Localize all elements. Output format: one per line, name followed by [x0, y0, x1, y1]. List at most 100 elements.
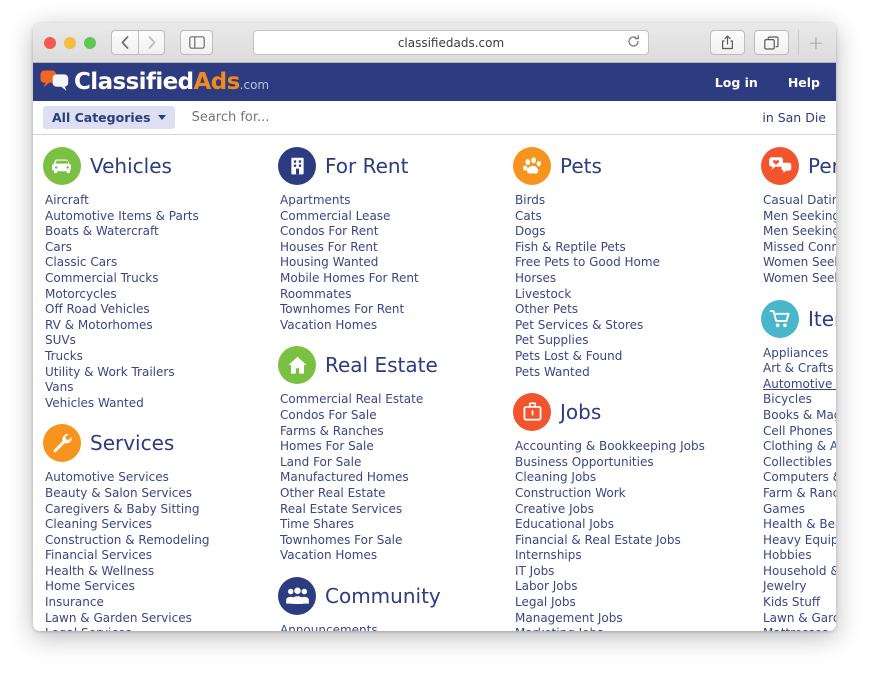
subcategory-link[interactable]: Condos For Rent: [280, 224, 378, 238]
subcategory-link[interactable]: Missed Connections: [763, 240, 836, 254]
subcategory-link[interactable]: Mattresses: [763, 626, 828, 631]
subcategory-link[interactable]: Aircraft: [45, 193, 89, 207]
subcategory-link[interactable]: Trucks: [45, 349, 83, 363]
category-heading-vehicles[interactable]: Vehicles: [43, 147, 268, 185]
subcategory-link[interactable]: Off Road Vehicles: [45, 302, 150, 316]
subcategory-link[interactable]: Art & Crafts: [763, 361, 833, 375]
tab-overview-button[interactable]: [754, 30, 789, 55]
close-window-button[interactable]: [44, 37, 56, 49]
subcategory-link[interactable]: Apartments: [280, 193, 350, 207]
search-input[interactable]: [189, 109, 763, 126]
category-heading-community[interactable]: Community: [278, 576, 503, 615]
back-button[interactable]: [111, 30, 138, 55]
subcategory-link[interactable]: Collectibles: [763, 455, 832, 469]
subcategory-link[interactable]: Management Jobs: [515, 611, 623, 625]
subcategory-link[interactable]: Lawn & Garden: [763, 611, 836, 625]
site-logo[interactable]: ClassifiedAds.com: [39, 63, 269, 101]
subcategory-link[interactable]: Land For Sale: [280, 455, 361, 469]
subcategory-link[interactable]: Fish & Reptile Pets: [515, 240, 626, 254]
subcategory-link[interactable]: Construction Work: [515, 486, 626, 500]
subcategory-link[interactable]: Business Opportunities: [515, 455, 654, 469]
subcategory-link[interactable]: Cats: [515, 209, 542, 223]
subcategory-link[interactable]: Automotive Items & Parts: [45, 209, 199, 223]
subcategory-link[interactable]: Men Seeking Men: [763, 209, 836, 223]
subcategory-link[interactable]: Utility & Work Trailers: [45, 365, 175, 379]
subcategory-link[interactable]: Commercial Real Estate: [280, 392, 423, 406]
reload-icon[interactable]: [627, 34, 640, 51]
subcategory-link[interactable]: Labor Jobs: [515, 579, 578, 593]
subcategory-link[interactable]: Houses For Rent: [280, 240, 378, 254]
subcategory-link[interactable]: Commercial Trucks: [45, 271, 159, 285]
subcategory-link[interactable]: Creative Jobs: [515, 502, 594, 516]
subcategory-link[interactable]: Household & Furniture: [763, 564, 836, 578]
subcategory-link[interactable]: Vacation Homes: [280, 318, 377, 332]
subcategory-link[interactable]: Cars: [45, 240, 72, 254]
subcategory-link[interactable]: SUVs: [45, 333, 76, 347]
subcategory-link[interactable]: Other Pets: [515, 302, 578, 316]
subcategory-link[interactable]: Pets Wanted: [515, 365, 590, 379]
subcategory-link[interactable]: RV & Motorhomes: [45, 318, 153, 332]
address-bar[interactable]: classifiedads.com: [253, 30, 649, 55]
subcategory-link[interactable]: Dogs: [515, 224, 545, 238]
subcategory-link[interactable]: Construction & Remodeling: [45, 533, 210, 547]
subcategory-link[interactable]: Legal Services: [45, 626, 132, 631]
subcategory-link[interactable]: Appliances: [763, 346, 828, 360]
subcategory-link[interactable]: Jewelry: [763, 579, 807, 593]
subcategory-link[interactable]: Real Estate Services: [280, 502, 402, 516]
subcategory-link[interactable]: Health & Beauty: [763, 517, 836, 531]
subcategory-link[interactable]: Pet Supplies: [515, 333, 588, 347]
subcategory-link[interactable]: Townhomes For Sale: [280, 533, 402, 547]
subcategory-link[interactable]: Vacation Homes: [280, 548, 377, 562]
subcategory-link[interactable]: Financial Services: [45, 548, 152, 562]
subcategory-link[interactable]: Condos For Sale: [280, 408, 377, 422]
category-heading-services[interactable]: Services: [43, 424, 268, 463]
subcategory-link[interactable]: Farms & Ranches: [280, 424, 384, 438]
subcategory-link[interactable]: Bicycles: [763, 392, 812, 406]
subcategory-link[interactable]: Manufactured Homes: [280, 470, 409, 484]
category-select[interactable]: All Categories: [43, 106, 175, 129]
maximize-window-button[interactable]: [84, 37, 96, 49]
category-heading-real-estate[interactable]: Real Estate: [278, 346, 503, 385]
subcategory-link[interactable]: Classic Cars: [45, 255, 117, 269]
log-in-link[interactable]: Log in: [715, 75, 758, 90]
subcategory-link[interactable]: Accounting & Bookkeeping Jobs: [515, 439, 705, 453]
subcategory-link[interactable]: Computers & Electronics: [763, 470, 836, 484]
subcategory-link[interactable]: Caregivers & Baby Sitting: [45, 502, 199, 516]
subcategory-link[interactable]: Roommates: [280, 287, 352, 301]
subcategory-link[interactable]: Free Pets to Good Home: [515, 255, 660, 269]
subcategory-link[interactable]: Clothing & Apparel: [763, 439, 836, 453]
subcategory-link[interactable]: Vehicles Wanted: [45, 396, 144, 410]
subcategory-link[interactable]: Hobbies: [763, 548, 812, 562]
subcategory-link[interactable]: Livestock: [515, 287, 571, 301]
subcategory-link[interactable]: Pets Lost & Found: [515, 349, 622, 363]
minimize-window-button[interactable]: [64, 37, 76, 49]
category-heading-for-rent[interactable]: For Rent: [278, 147, 503, 185]
subcategory-link[interactable]: Birds: [515, 193, 545, 207]
subcategory-link[interactable]: Health & Wellness: [45, 564, 154, 578]
subcategory-link[interactable]: Announcements: [280, 623, 378, 631]
subcategory-link[interactable]: Legal Jobs: [515, 595, 576, 609]
subcategory-link[interactable]: Kids Stuff: [763, 595, 820, 609]
subcategory-link[interactable]: Farm & Ranch: [763, 486, 836, 500]
subcategory-link[interactable]: Time Shares: [280, 517, 354, 531]
subcategory-link[interactable]: Educational Jobs: [515, 517, 614, 531]
subcategory-link[interactable]: Pet Services & Stores: [515, 318, 643, 332]
subcategory-link[interactable]: Marketing Jobs: [515, 626, 603, 631]
category-heading-jobs[interactable]: Jobs: [513, 393, 751, 432]
subcategory-link[interactable]: Automotive Services: [45, 470, 169, 484]
subcategory-link[interactable]: Women Seeking Men: [763, 255, 836, 269]
share-button[interactable]: [710, 30, 745, 55]
subcategory-link[interactable]: Home Services: [45, 579, 135, 593]
subcategory-link[interactable]: Horses: [515, 271, 556, 285]
subcategory-link[interactable]: Townhomes For Rent: [280, 302, 404, 316]
help-link[interactable]: Help: [788, 75, 820, 90]
subcategory-link[interactable]: Boats & Watercraft: [45, 224, 159, 238]
subcategory-link[interactable]: Internships: [515, 548, 582, 562]
category-heading-items-for-sale[interactable]: Items For Sale: [761, 299, 836, 338]
subcategory-link[interactable]: Lawn & Garden Services: [45, 611, 192, 625]
subcategory-link[interactable]: Insurance: [45, 595, 104, 609]
subcategory-link[interactable]: Cleaning Jobs: [515, 470, 596, 484]
subcategory-link[interactable]: Vans: [45, 380, 74, 394]
subcategory-link[interactable]: Homes For Sale: [280, 439, 374, 453]
subcategory-link[interactable]: Cleaning Services: [45, 517, 152, 531]
